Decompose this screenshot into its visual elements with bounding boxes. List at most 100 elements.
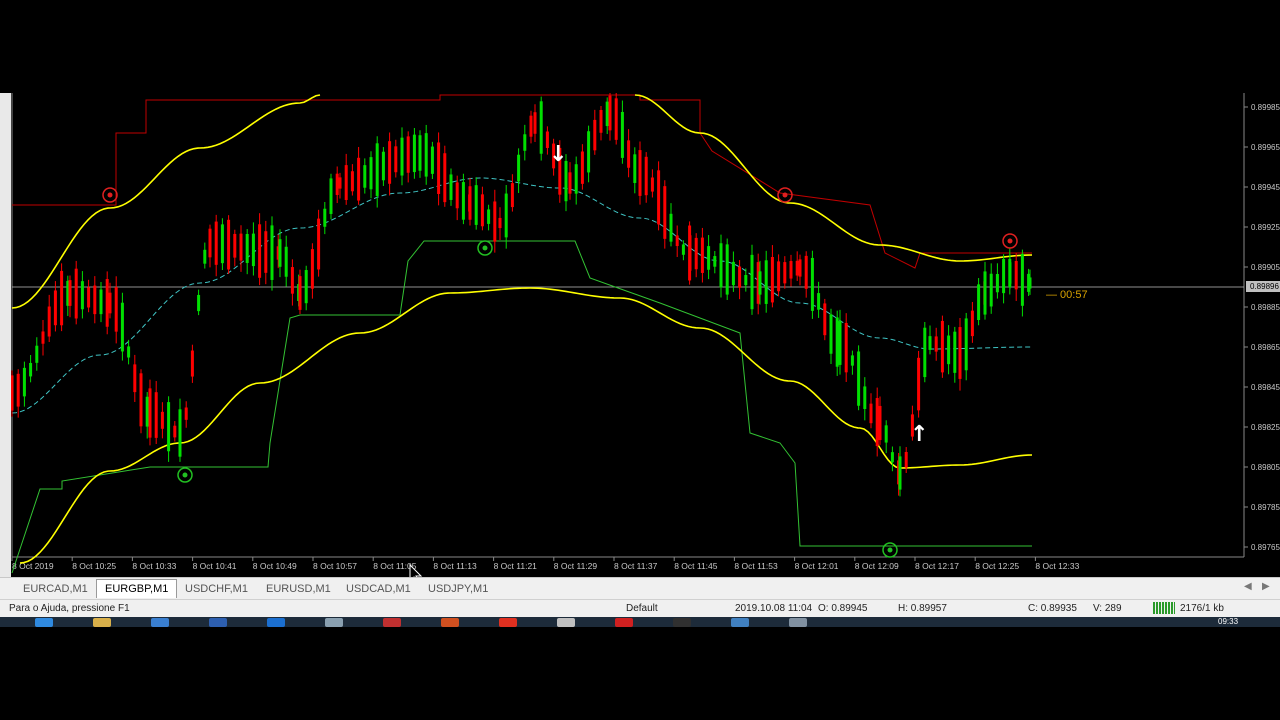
candle-body <box>214 221 218 265</box>
pdf-icon[interactable] <box>615 618 633 627</box>
folder-icon[interactable] <box>93 618 111 627</box>
terminal-icon[interactable] <box>673 618 691 627</box>
time-axis-label: 8 Oct 12:25 <box>975 561 1019 571</box>
status-help-text: Para o Ajuda, pressione F1 <box>9 603 130 614</box>
candle-body <box>203 249 207 264</box>
buy-arrow-icon: ↑ <box>910 422 928 447</box>
media-icon[interactable] <box>383 618 401 627</box>
candle-body <box>145 396 149 427</box>
upper-envelope-line-right <box>634 94 1033 262</box>
chart-tabs-bar: EURCAD,M1 EURGBP,M1 USDCHF,M1 EURUSD,M1 … <box>0 577 1280 600</box>
candle-body <box>53 290 57 326</box>
candle-body <box>400 137 404 176</box>
candle-body <box>220 224 224 264</box>
candle-body <box>60 270 64 326</box>
time-axis-label: 8 Oct 12:33 <box>1035 561 1079 571</box>
candle-body <box>133 364 137 393</box>
candle-body <box>510 183 514 208</box>
powerpoint-icon[interactable] <box>441 618 459 627</box>
candle-body <box>127 346 131 358</box>
connection-bars-icon <box>1153 602 1175 614</box>
chart-canvas[interactable]: 0.89985 0.89965 0.89945 0.89925 0.89905 0.898… <box>0 93 1280 577</box>
candle-body <box>789 261 793 279</box>
opera-icon[interactable] <box>499 618 517 627</box>
price-chart[interactable]: 0.89985 0.89965 0.89945 0.89925 0.89905 0.898… <box>0 93 1280 577</box>
tab-eurgbp[interactable]: EURGBP,M1 <box>96 579 178 598</box>
candle-body <box>430 146 434 174</box>
candle-body <box>227 219 231 270</box>
candle-body <box>412 134 416 173</box>
file-icon[interactable] <box>557 618 575 627</box>
candle-body <box>958 327 962 379</box>
candle-body <box>239 233 243 261</box>
outlook-icon[interactable] <box>267 618 285 627</box>
windows-taskbar: 09:33 <box>0 617 1280 627</box>
candle-body <box>258 224 262 278</box>
tab-usdchf[interactable]: USDCHF,M1 <box>177 580 256 598</box>
network-icon[interactable] <box>789 618 807 627</box>
candle-body <box>688 235 692 271</box>
candle-body <box>977 284 981 321</box>
app-icon[interactable] <box>151 618 169 627</box>
candle-body <box>587 131 591 173</box>
candle-body <box>388 141 392 184</box>
notepad-icon[interactable] <box>325 618 343 627</box>
candle-body <box>940 320 944 373</box>
tab-scroll-left-icon[interactable]: ◀ <box>1244 581 1252 592</box>
price-scale-label: 0.89805 <box>1251 463 1280 472</box>
candle-body <box>344 165 348 201</box>
monitor-icon[interactable] <box>731 618 749 627</box>
candle-body <box>638 150 642 196</box>
chrome-icon[interactable] <box>35 618 53 627</box>
candle-body <box>884 425 888 443</box>
left-window-edge <box>0 93 11 577</box>
candle-body <box>564 160 568 202</box>
candle-body <box>829 314 833 354</box>
candle-body <box>449 174 453 200</box>
candle-body <box>418 135 422 171</box>
candle-body <box>599 109 603 133</box>
candle-body <box>29 362 33 377</box>
candle-body <box>35 345 39 363</box>
candle-body <box>517 154 521 182</box>
candle-body <box>93 285 97 315</box>
status-profile: Default <box>626 603 658 614</box>
candle-body <box>264 231 268 273</box>
candle-body <box>184 407 188 420</box>
buy-signal-circle-dot <box>887 547 893 553</box>
candle-body <box>160 411 164 429</box>
tab-usdjpy[interactable]: USDJPY,M1 <box>420 580 496 598</box>
candle-body <box>108 292 112 314</box>
candle-body <box>424 133 428 177</box>
tab-eurcad[interactable]: EURCAD,M1 <box>15 580 96 598</box>
tab-eurusd[interactable]: EURUSD,M1 <box>258 580 339 598</box>
candle-body <box>857 351 861 406</box>
candle-body <box>719 243 723 288</box>
price-scale-label: 0.89825 <box>1251 423 1280 432</box>
status-traffic: 2176/1 kb <box>1180 603 1224 614</box>
candle-body <box>764 260 768 304</box>
tab-scroll-right-icon[interactable]: ▶ <box>1262 581 1270 592</box>
status-volume: V: 289 <box>1093 603 1122 614</box>
candle-body <box>995 274 999 293</box>
moving-average-line <box>11 177 1033 414</box>
candle-body <box>533 112 537 134</box>
candle-body <box>190 350 194 377</box>
candle-body <box>898 456 902 490</box>
time-axis-label: 8 Oct 11:21 <box>494 561 538 571</box>
candle-body <box>381 151 385 181</box>
candle-body <box>233 233 237 258</box>
letterbox-bottom <box>0 627 1280 720</box>
price-scale-label: 0.89865 <box>1251 343 1280 352</box>
tab-usdcad[interactable]: USDCAD,M1 <box>338 580 419 598</box>
candle-body <box>197 294 201 312</box>
candle-body <box>1028 277 1032 289</box>
candle-body <box>369 157 373 190</box>
candle-body <box>245 234 249 263</box>
taskbar-clock[interactable]: 09:33 <box>1218 617 1238 626</box>
candle-body <box>725 244 729 295</box>
candle-body <box>568 172 572 194</box>
candle-body <box>87 287 91 308</box>
candle-body <box>675 235 679 247</box>
word-icon[interactable] <box>209 618 227 627</box>
